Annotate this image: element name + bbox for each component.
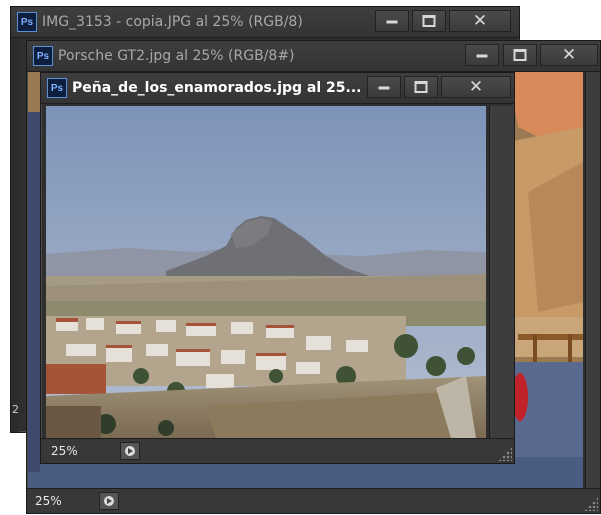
porsche-zoom-level[interactable]: 25% bbox=[35, 494, 62, 508]
minimize-button[interactable] bbox=[465, 44, 499, 66]
close-icon: ✕ bbox=[561, 45, 577, 65]
pena-landscape-image bbox=[46, 106, 486, 438]
status-menu-button[interactable] bbox=[99, 492, 119, 510]
maximize-button[interactable] bbox=[404, 76, 438, 98]
window-pena-statusbar: 25% bbox=[41, 438, 514, 463]
porsche-scrollbar[interactable] bbox=[585, 72, 600, 489]
photoshop-icon: Ps bbox=[17, 12, 37, 32]
status-arrow-icon bbox=[104, 496, 114, 506]
window-pena-title: Peña_de_los_enamorados.jpg al 25... bbox=[72, 80, 362, 96]
photoshop-icon: Ps bbox=[33, 46, 53, 66]
minimize-button[interactable] bbox=[367, 76, 401, 98]
window-porsche-statusbar: 25% bbox=[27, 488, 600, 513]
window-img3153-edge bbox=[11, 38, 19, 432]
minimize-button[interactable] bbox=[375, 10, 409, 32]
window-img3153-titlebar[interactable]: Ps IMG_3153 - copia.JPG al 25% (RGB/8) ✕ bbox=[11, 7, 519, 38]
close-icon: ✕ bbox=[468, 77, 484, 97]
close-button[interactable]: ✕ bbox=[441, 76, 511, 98]
pena-image-canvas[interactable] bbox=[46, 106, 486, 438]
pena-scrollbar[interactable] bbox=[489, 106, 514, 439]
close-icon: ✕ bbox=[472, 11, 488, 31]
status-arrow-icon bbox=[125, 446, 135, 456]
window-pena-titlebar[interactable]: Ps Peña_de_los_enamorados.jpg al 25... ✕ bbox=[41, 73, 514, 104]
close-button[interactable]: ✕ bbox=[540, 44, 598, 66]
maximize-button[interactable] bbox=[412, 10, 446, 32]
close-button[interactable]: ✕ bbox=[449, 10, 511, 32]
window-img3153-zoom-fragment: 2 bbox=[12, 403, 19, 416]
resize-grip-icon[interactable] bbox=[584, 497, 598, 511]
status-menu-button[interactable] bbox=[120, 442, 140, 460]
pena-zoom-level[interactable]: 25% bbox=[51, 444, 78, 458]
window-img3153-title: IMG_3153 - copia.JPG al 25% (RGB/8) bbox=[42, 14, 303, 30]
window-porsche-title: Porsche GT2.jpg al 25% (RGB/8#) bbox=[58, 48, 295, 64]
photoshop-icon: Ps bbox=[47, 78, 67, 98]
window-porsche-titlebar[interactable]: Ps Porsche GT2.jpg al 25% (RGB/8#) ✕ bbox=[27, 41, 600, 72]
maximize-button[interactable] bbox=[503, 44, 537, 66]
window-pena[interactable]: Ps Peña_de_los_enamorados.jpg al 25... ✕ bbox=[40, 72, 515, 464]
resize-grip-icon[interactable] bbox=[498, 447, 512, 461]
